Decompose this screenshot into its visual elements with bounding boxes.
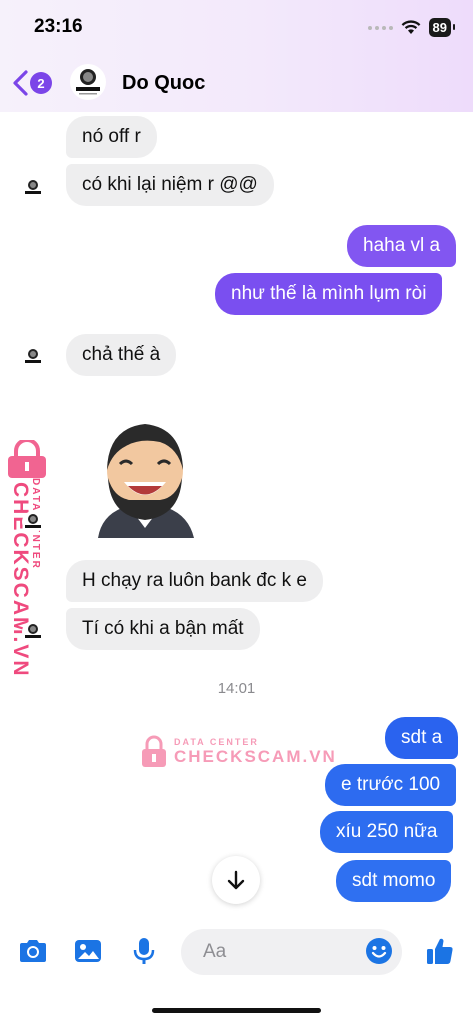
battery-indicator: 89: [428, 18, 456, 37]
watermark-lock-icon: [8, 440, 46, 478]
contact-name[interactable]: Do Quoc: [122, 72, 205, 95]
message-bubble-incoming[interactable]: H chạy ra luôn bank đc k e: [66, 560, 323, 602]
signal-icon: [367, 25, 393, 30]
emoji-button[interactable]: [362, 934, 396, 968]
image-icon: [75, 940, 101, 962]
emoji-icon: [366, 938, 392, 964]
message-bubble-incoming[interactable]: nó off r: [66, 116, 157, 158]
message-composer: [0, 920, 473, 984]
microphone-icon: [133, 938, 155, 964]
sender-avatar[interactable]: [22, 177, 44, 199]
voice-button[interactable]: [127, 934, 161, 968]
home-indicator: [152, 1008, 321, 1013]
watermark-tagline: DATA CENTER: [174, 737, 259, 747]
message-timestamp: 14:01: [217, 680, 256, 697]
status-time: 23:16: [34, 16, 83, 37]
thumbs-up-icon: [427, 938, 453, 964]
camera-icon: [20, 940, 46, 962]
sender-avatar[interactable]: [22, 511, 44, 533]
sender-avatar[interactable]: [22, 346, 44, 368]
watermark-center: DATA CENTER CHECKSCAM.VN: [140, 735, 337, 769]
status-icons: 89: [367, 18, 456, 37]
message-bubble-outgoing[interactable]: như thế là mình lụm ròi: [215, 273, 443, 315]
message-bubble-outgoing[interactable]: haha vl a: [347, 225, 457, 267]
message-bubble-incoming[interactable]: có khi lại niệm r @@: [66, 164, 274, 206]
scroll-to-bottom-button[interactable]: [212, 856, 260, 904]
message-bubble-outgoing[interactable]: sdt momo: [336, 860, 452, 902]
watermark-text: CHECKSCAM.VN: [174, 747, 337, 766]
arrow-down-icon: [227, 870, 245, 890]
message-input[interactable]: [201, 940, 355, 964]
wifi-icon: [401, 20, 420, 34]
message-bubble-outgoing[interactable]: sdt a: [385, 717, 459, 759]
watermark-lock-icon: [142, 735, 166, 767]
message-bubble-outgoing[interactable]: e trước 100: [325, 764, 457, 806]
sender-avatar[interactable]: [22, 621, 44, 643]
header-bar: 23:16 89 2 Do Quoc: [0, 0, 473, 112]
sticker-image[interactable]: [90, 408, 200, 543]
like-button[interactable]: [423, 934, 457, 968]
message-bubble-incoming[interactable]: Tí có khi a bận mất: [66, 608, 260, 650]
message-bubble-outgoing[interactable]: xíu 250 nữa: [320, 811, 454, 853]
message-bubble-incoming[interactable]: chả thế à: [66, 334, 177, 376]
contact-avatar[interactable]: [70, 64, 106, 100]
unread-badge: 2: [30, 72, 52, 94]
back-button[interactable]: 2: [8, 68, 52, 98]
camera-button[interactable]: [16, 934, 50, 968]
gallery-button[interactable]: [71, 934, 105, 968]
